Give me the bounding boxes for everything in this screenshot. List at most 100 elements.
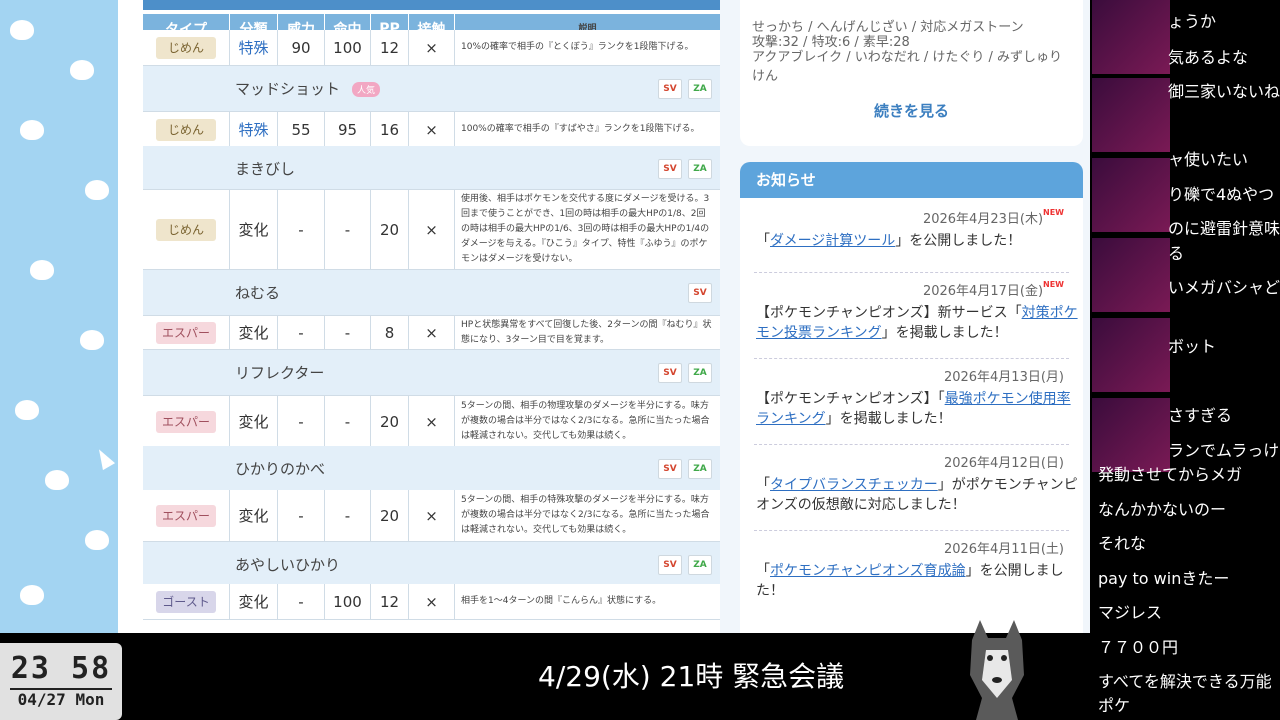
comment: り礫で4ぬやつ [1168, 185, 1275, 204]
contact-cell: × [409, 316, 455, 349]
news-link[interactable]: ダメージ計算ツール [770, 233, 895, 249]
news-item: 2026年4月17日(金)NEW 【ポケモンチャンピオンズ】新サービス「対策ポケモ… [756, 280, 1078, 343]
move-name[interactable]: あやしいひかり [235, 554, 340, 575]
new-icon: NEW [1043, 280, 1064, 289]
description-cell: 相手を1〜4ターンの間『こんらん』状態にする。 [461, 596, 662, 606]
move-name[interactable]: ねむる [235, 282, 280, 303]
type-cell: じめん [143, 112, 230, 147]
avatar [1092, 238, 1170, 312]
move-name[interactable]: リフレクター [235, 362, 324, 383]
type-cell: じめん [143, 190, 230, 269]
category-cell: 変化 [230, 316, 278, 349]
move-name-row[interactable]: ひかりのかべ ZA SV [143, 446, 720, 492]
contact-cell: × [409, 190, 455, 269]
background-blob [45, 470, 69, 490]
comment: ボット [1168, 337, 1217, 356]
comment: ポケ [1098, 696, 1131, 715]
move-name-row[interactable]: まきびし ZA SV [143, 146, 720, 190]
news-date: 2026年4月13日(月) [943, 370, 1064, 385]
move-name[interactable]: まきびし [235, 158, 295, 179]
news-text: 【ポケモンチャンピオンズ】「最強ポケモン使用率ランキング」を掲載しました！ [756, 391, 1071, 427]
table-row: エスパー 変化 - -20 × 5ターンの間、相手の物理攻撃のダメージを半分にする。味方が… [143, 396, 720, 448]
comment: pay to winきたー [1098, 569, 1230, 588]
news-text: 「ポケモンチャンピオンズ育成論」を公開しました！ [756, 563, 1064, 599]
move-name[interactable]: マッドショット [235, 78, 340, 99]
comment: のに避雷針意味 [1168, 219, 1280, 238]
pp-cell: 20 [371, 490, 409, 541]
power-cell: - [278, 584, 325, 619]
read-more-link[interactable]: 続きを見る [740, 100, 1083, 121]
pp-cell: 20 [371, 396, 409, 447]
pp-cell: 20 [371, 190, 409, 269]
move-name-row[interactable]: ねむる SV [143, 270, 720, 316]
move-name-row[interactable]: マッドショット 人気 ZA SV [143, 66, 720, 112]
news-text: 「タイプバランスチェッカー」がポケモンチャンピオンズの仮想敵に対応しました！ [756, 477, 1078, 513]
table-row: ゴースト 変化 -100 12 × 相手を1〜4ターンの間『こんらん』状態にする。 [143, 584, 720, 620]
move-name[interactable]: ひかりのかべ [235, 458, 325, 479]
background-blob [10, 20, 34, 40]
power-cell: - [278, 190, 325, 269]
table-row: エスパー 変化 - -20 × 5ターンの間、相手の特殊攻撃のダメージを半分にする。味方が… [143, 490, 720, 542]
accuracy-cell: 95 [325, 112, 371, 147]
news-link[interactable]: 最強ポケモン使用率ランキング [756, 391, 1071, 427]
news-item: 2026年4月12日(日) 「タイプバランスチェッカー」がポケモンチャンピオンズの… [756, 452, 1078, 515]
comment: さすぎる [1168, 406, 1233, 425]
comment: ャ使いたい [1168, 150, 1249, 169]
game-tag-sv: SV [688, 283, 712, 303]
type-badge: じめん [156, 36, 216, 59]
contact-cell: × [409, 584, 455, 619]
pp-cell: 12 [371, 584, 409, 619]
table-top-border [143, 0, 720, 10]
game-tag-za: ZA [688, 363, 712, 383]
news-title: お知らせ [740, 162, 1083, 198]
description-cell: 5ターンの間、相手の特殊攻撃のダメージを半分にする。味方が複数の場合は半分ではな… [461, 495, 710, 535]
description-cell: HPと状態異常をすべて回復した後、2ターンの間『ねむり』状態になり、3ターン目で… [461, 319, 712, 345]
pp-cell: 16 [371, 112, 409, 147]
news-link[interactable]: ポケモンチャンピオンズ育成論 [770, 563, 966, 579]
description-cell: 使用後、相手はポケモンを交代する度にダメージを受ける。3回まで使うことができ、1… [461, 194, 710, 264]
dog-icon [970, 620, 1024, 720]
table-row: じめん 変化 - -20 × 使用後、相手はポケモンを交代する度にダメージを受ける。3回ま… [143, 190, 720, 270]
move-name-row[interactable]: あやしいひかり ZA SV [143, 542, 720, 586]
comment-overlay: ょうか 気あるよな 御三家いないね ャ使いたい り礫で4ぬやつ のに避雷針意味るいメガバシ… [1092, 0, 1280, 720]
comment: ７７００円 [1098, 638, 1179, 657]
pp-cell: 8 [371, 316, 409, 349]
news-separator [754, 530, 1069, 531]
game-tag-za: ZA [688, 459, 712, 479]
background-blob [85, 180, 109, 200]
clock-time: 23 58 [10, 651, 112, 686]
type-cell: エスパー [143, 396, 230, 447]
comment: 気あるよな [1168, 48, 1249, 67]
background-edge [118, 0, 145, 633]
news-item: 2026年4月23日(木)NEW 「ダメージ計算ツール」を公開しました！ [756, 208, 1078, 251]
avatar [1092, 78, 1170, 152]
description-cell: 5ターンの間、相手の物理攻撃のダメージを半分にする。味方が複数の場合は半分ではな… [461, 401, 710, 441]
move-table: タイプ分類威力命中PP接触説明 じめん特殊9010012×10%の確率で相手の『… [143, 0, 720, 633]
category-cell: 変化 [230, 190, 278, 269]
accuracy-cell: - [325, 316, 371, 349]
type-badge: ゴースト [156, 590, 216, 613]
type-cell: エスパー [143, 316, 230, 349]
news-link[interactable]: タイプバランスチェッカー [770, 477, 938, 493]
type-badge: じめん [156, 218, 216, 241]
news-panel: お知らせ 2026年4月23日(木)NEW 「ダメージ計算ツール」を公開しました！… [740, 162, 1083, 633]
game-tag-za: ZA [688, 555, 712, 575]
type-cell: じめん [143, 30, 230, 65]
background-blob [80, 330, 104, 350]
move-name-row[interactable]: リフレクター ZA SV [143, 350, 720, 396]
power-cell: 90 [278, 30, 325, 65]
comment: 御三家いないね [1168, 82, 1280, 101]
category-cell: 特殊 [230, 30, 278, 65]
power-cell: - [278, 396, 325, 447]
background-blob [15, 400, 39, 420]
news-date: 2026年4月12日(日) [943, 456, 1064, 471]
game-tag-za: ZA [688, 159, 712, 179]
clock: 23 58 04/27 Mon [0, 643, 122, 720]
right-sidebar: せっかち / へんげんじざい / 対応メガストーン 攻撃:32 / 特攻:6 /… [720, 0, 1090, 633]
comment: なんかかないのー [1098, 500, 1227, 519]
comment: ランでムラっけ [1168, 441, 1280, 460]
contact-cell: × [409, 396, 455, 447]
mouse-cursor-icon [92, 445, 116, 471]
news-date: 2026年4月11日(土) [943, 542, 1064, 557]
news-link[interactable]: 対策ポケモン投票ランキング [756, 305, 1078, 341]
